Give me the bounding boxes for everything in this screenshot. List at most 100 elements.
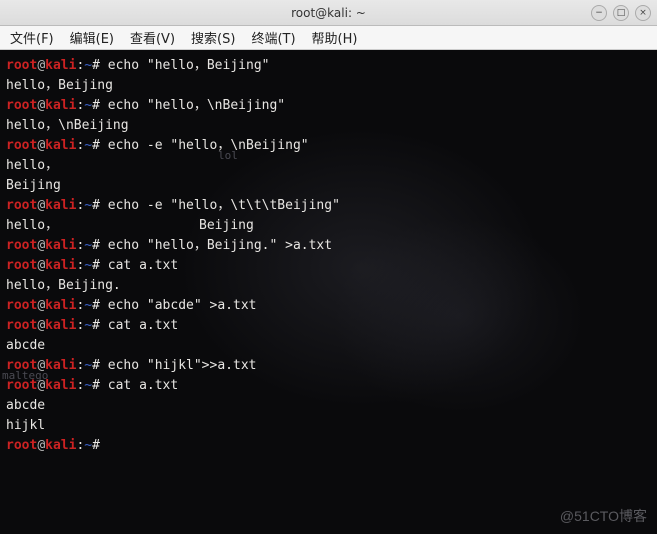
prompt-hash: # [92, 238, 108, 253]
command-text: echo "hello，Beijing." >a.txt [108, 238, 332, 253]
window-controls: − □ × [591, 5, 651, 21]
terminal-output-line: hijkl [6, 416, 651, 436]
prompt-user: root [6, 138, 37, 153]
output-text: abcde [6, 338, 45, 353]
output-text: hello， Beijing [6, 218, 254, 233]
prompt-at: @ [37, 298, 45, 313]
menu-terminal[interactable]: 终端(T) [247, 26, 299, 49]
menubar: 文件(F) 编辑(E) 查看(V) 搜索(S) 终端(T) 帮助(H) [0, 26, 657, 50]
prompt-hash: # [92, 358, 108, 373]
terminal-command-line: root@kali:~# echo -e "hello，\nBeijing" [6, 136, 651, 156]
command-text: echo "hello，\nBeijing" [108, 98, 285, 113]
output-text: abcde [6, 398, 45, 413]
command-text: echo -e "hello，\nBeijing" [108, 138, 309, 153]
prompt-hash: # [92, 438, 108, 453]
prompt-user: root [6, 258, 37, 273]
terminal-output-line: hello， Beijing [6, 216, 651, 236]
terminal-output-line: abcde [6, 396, 651, 416]
menu-help[interactable]: 帮助(H) [308, 26, 362, 49]
prompt-user: root [6, 318, 37, 333]
prompt-host: kali [45, 438, 76, 453]
terminal-command-line: root@kali:~# echo -e "hello，\t\t\tBeijin… [6, 196, 651, 216]
output-text: hello，\nBeijing [6, 118, 129, 133]
terminal-command-line: root@kali:~# echo "hello，\nBeijing" [6, 96, 651, 116]
prompt-path: ~ [84, 438, 92, 453]
prompt-user: root [6, 438, 37, 453]
terminal-output-line: abcde [6, 336, 651, 356]
output-text: hello，Beijing. [6, 278, 121, 293]
prompt-host: kali [45, 358, 76, 373]
prompt-at: @ [37, 58, 45, 73]
terminal-output-line: hello， [6, 156, 651, 176]
output-text: hijkl [6, 418, 45, 433]
prompt-at: @ [37, 258, 45, 273]
window-titlebar: root@kali: ~ − □ × [0, 0, 657, 26]
command-text: cat a.txt [108, 258, 178, 273]
prompt-path: ~ [84, 258, 92, 273]
output-text: Beijing [6, 178, 61, 193]
close-button[interactable]: × [635, 5, 651, 21]
prompt-path: ~ [84, 378, 92, 393]
prompt-at: @ [37, 318, 45, 333]
terminal-area[interactable]: lol maltego @51CTO博客 root@kali:~# echo "… [0, 50, 657, 534]
command-text: echo "hijkl">>a.txt [108, 358, 257, 373]
prompt-path: ~ [84, 298, 92, 313]
terminal-command-line: root@kali:~# echo "hello，Beijing." >a.tx… [6, 236, 651, 256]
prompt-hash: # [92, 138, 108, 153]
prompt-hash: # [92, 298, 108, 313]
terminal-command-line: root@kali:~# [6, 436, 651, 456]
maximize-button[interactable]: □ [613, 5, 629, 21]
prompt-hash: # [92, 198, 108, 213]
terminal-command-line: root@kali:~# echo "hijkl">>a.txt [6, 356, 651, 376]
prompt-user: root [6, 198, 37, 213]
terminal-command-line: root@kali:~# cat a.txt [6, 376, 651, 396]
command-text: echo "hello，Beijing" [108, 58, 270, 73]
terminal-command-line: root@kali:~# echo "abcde" >a.txt [6, 296, 651, 316]
command-text: cat a.txt [108, 318, 178, 333]
terminal-command-line: root@kali:~# echo "hello，Beijing" [6, 56, 651, 76]
command-text: echo -e "hello，\t\t\tBeijing" [108, 198, 340, 213]
prompt-path: ~ [84, 238, 92, 253]
terminal-command-line: root@kali:~# cat a.txt [6, 316, 651, 336]
prompt-hash: # [92, 98, 108, 113]
prompt-path: ~ [84, 358, 92, 373]
prompt-at: @ [37, 378, 45, 393]
prompt-at: @ [37, 238, 45, 253]
prompt-host: kali [45, 298, 76, 313]
prompt-host: kali [45, 318, 76, 333]
terminal-output-line: hello，\nBeijing [6, 116, 651, 136]
prompt-path: ~ [84, 58, 92, 73]
menu-search[interactable]: 搜索(S) [187, 26, 239, 49]
prompt-at: @ [37, 358, 45, 373]
prompt-at: @ [37, 438, 45, 453]
command-text: cat a.txt [108, 378, 178, 393]
output-text: hello，Beijing [6, 78, 113, 93]
output-text: hello， [6, 158, 58, 173]
prompt-host: kali [45, 138, 76, 153]
prompt-path: ~ [84, 318, 92, 333]
menu-edit[interactable]: 编辑(E) [66, 26, 118, 49]
prompt-user: root [6, 358, 37, 373]
prompt-hash: # [92, 258, 108, 273]
prompt-host: kali [45, 238, 76, 253]
prompt-host: kali [45, 58, 76, 73]
prompt-at: @ [37, 98, 45, 113]
prompt-host: kali [45, 98, 76, 113]
prompt-user: root [6, 378, 37, 393]
prompt-hash: # [92, 58, 108, 73]
prompt-user: root [6, 98, 37, 113]
prompt-path: ~ [84, 198, 92, 213]
watermark: @51CTO博客 [560, 506, 647, 526]
terminal-output-line: hello，Beijing [6, 76, 651, 96]
terminal-command-line: root@kali:~# cat a.txt [6, 256, 651, 276]
menu-view[interactable]: 查看(V) [126, 26, 179, 49]
menu-file[interactable]: 文件(F) [6, 26, 58, 49]
prompt-at: @ [37, 138, 45, 153]
prompt-hash: # [92, 378, 108, 393]
prompt-user: root [6, 58, 37, 73]
prompt-path: ~ [84, 138, 92, 153]
prompt-user: root [6, 238, 37, 253]
terminal-output-line: hello，Beijing. [6, 276, 651, 296]
minimize-button[interactable]: − [591, 5, 607, 21]
command-text: echo "abcde" >a.txt [108, 298, 257, 313]
